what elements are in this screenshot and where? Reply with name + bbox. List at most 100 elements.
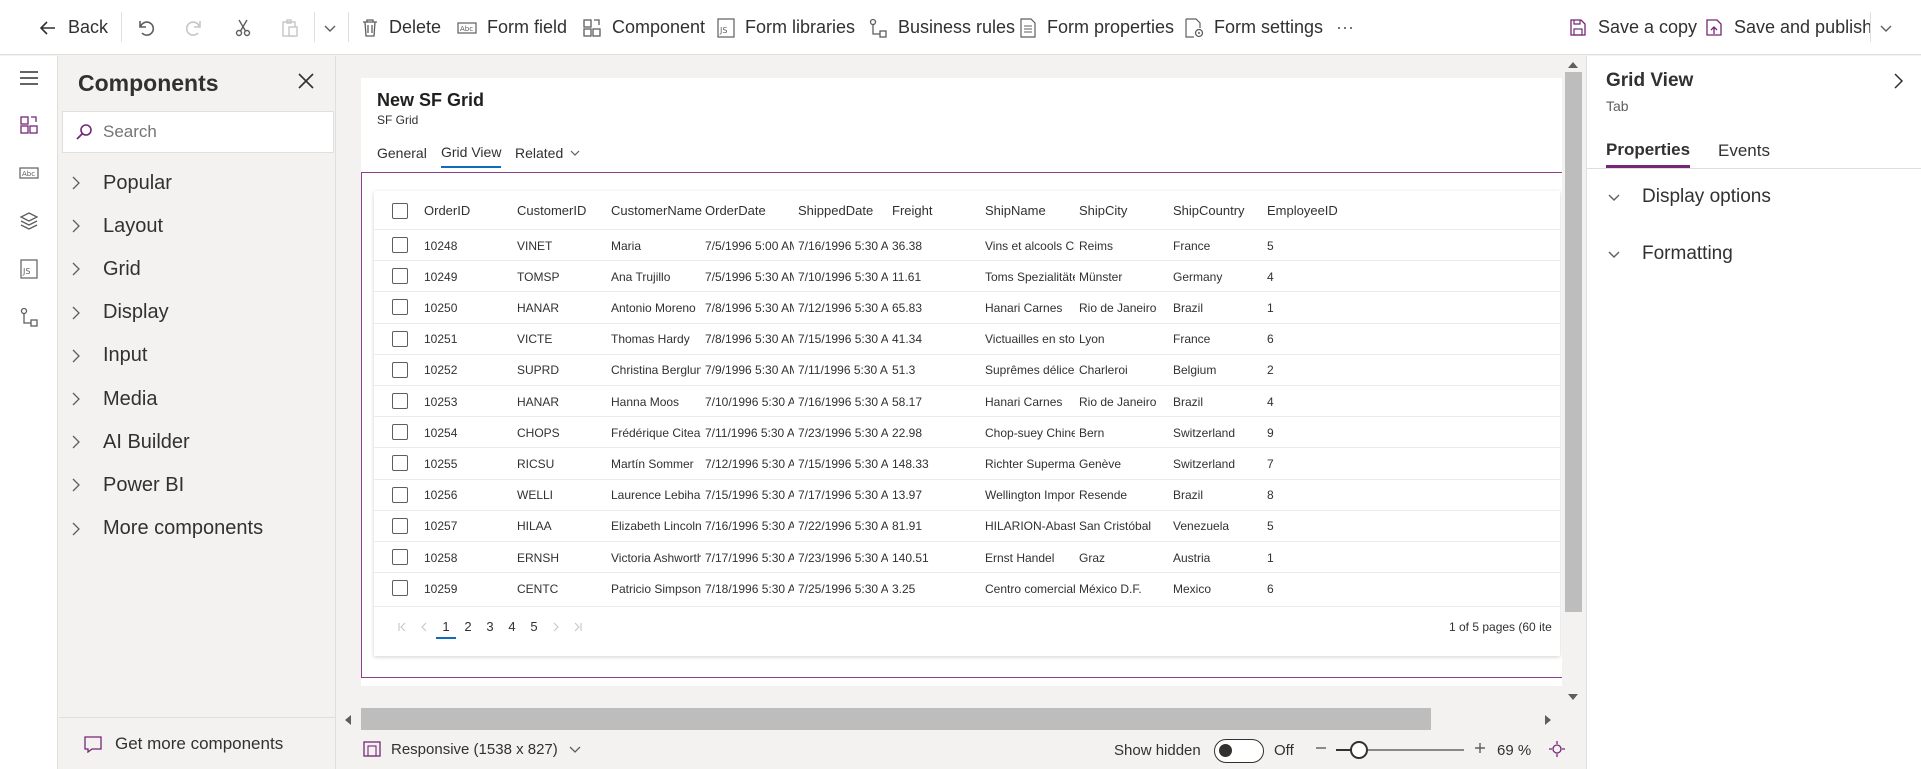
vertical-scroll-thumb[interactable] <box>1565 72 1582 612</box>
row-checkbox[interactable] <box>392 455 408 472</box>
grid-section[interactable]: OrderID CustomerID CustomerName OrderDate Sh… <box>361 172 1563 678</box>
rail-business-rules-button[interactable] <box>13 301 45 333</box>
column-header[interactable]: OrderID <box>424 191 470 229</box>
category-item[interactable]: Display <box>71 298 169 328</box>
more-commands-button[interactable]: ··· <box>1336 0 1354 55</box>
form-settings-button[interactable]: Form settings <box>1184 0 1323 55</box>
page-number[interactable]: 2 <box>458 615 478 639</box>
save-copy-button[interactable]: Save a copy <box>1568 0 1697 55</box>
display-options-section[interactable]: Display options <box>1606 186 1771 208</box>
row-checkbox[interactable] <box>392 549 408 565</box>
category-item[interactable]: Input <box>71 341 147 371</box>
form-field-button[interactable]: Abc Form field <box>457 0 567 55</box>
last-page-button[interactable] <box>568 615 588 639</box>
save-publish-button[interactable]: Save and publish <box>1704 0 1872 55</box>
table-row[interactable]: 10249 TOMSP Ana Trujillo 7/5/1996 5:30 AM 7/… <box>374 260 1560 291</box>
scroll-left-icon[interactable] <box>343 714 353 726</box>
show-hidden-toggle[interactable] <box>1214 739 1264 763</box>
tab-properties[interactable]: Properties <box>1606 134 1691 168</box>
column-header[interactable]: ShipCity <box>1079 191 1127 229</box>
vertical-scrollbar[interactable] <box>1562 62 1584 704</box>
get-more-components-button[interactable]: Get more components <box>59 717 336 769</box>
business-rules-button[interactable]: Business rules <box>868 0 1015 55</box>
table-row[interactable]: 10256 WELLI Laurence Lebihan 7/15/1996 5:30… <box>374 478 1560 510</box>
column-header[interactable]: ShippedDate <box>798 191 873 229</box>
page-number[interactable]: 3 <box>480 615 500 639</box>
table-row[interactable]: 10259 CENTC Patricio Simpson 7/18/1996 5:30… <box>374 572 1560 603</box>
table-row[interactable]: 10257 HILAA Elizabeth Lincoln 7/16/1996 5:3… <box>374 509 1560 541</box>
column-header[interactable]: CustomerName <box>611 191 702 229</box>
undo-button[interactable] <box>136 0 156 55</box>
save-options-dropdown[interactable] <box>1878 0 1894 55</box>
scroll-down-icon[interactable] <box>1567 692 1579 702</box>
row-checkbox[interactable] <box>392 580 408 597</box>
zoom-thumb[interactable] <box>1350 741 1368 759</box>
select-all-checkbox[interactable] <box>392 203 408 219</box>
column-header[interactable]: CustomerID <box>517 191 586 229</box>
first-page-button[interactable] <box>392 615 412 639</box>
horizontal-scrollbar[interactable] <box>337 708 1567 730</box>
category-item[interactable]: Popular <box>71 168 172 198</box>
row-checkbox[interactable] <box>392 330 408 347</box>
row-checkbox[interactable] <box>392 361 408 378</box>
row-checkbox[interactable] <box>392 393 408 409</box>
page-number[interactable]: 1 <box>436 615 456 639</box>
table-row[interactable]: 10255 RICSU Martín Sommer 7/12/1996 5:30 AM… <box>374 447 1560 478</box>
scroll-right-icon[interactable] <box>1543 714 1553 726</box>
horizontal-scroll-thumb[interactable] <box>361 708 1431 730</box>
page-number[interactable]: 5 <box>524 615 544 639</box>
category-item[interactable]: Layout <box>71 211 163 241</box>
responsive-dropdown[interactable]: Responsive (1538 x 827) <box>363 740 582 758</box>
zoom-out-button[interactable] <box>1314 741 1328 755</box>
paste-button[interactable] <box>280 0 300 55</box>
column-header[interactable]: OrderDate <box>705 191 766 229</box>
row-checkbox[interactable] <box>392 237 408 253</box>
form-properties-button[interactable]: Form properties <box>1019 0 1174 55</box>
collapse-panel-button[interactable] <box>1889 72 1907 90</box>
row-checkbox[interactable] <box>392 486 408 503</box>
prev-page-button[interactable] <box>414 615 434 639</box>
delete-button[interactable]: Delete <box>361 0 441 55</box>
table-row[interactable]: 10254 CHOPS Frédérique Citeaux 7/11/1996 5:… <box>374 416 1560 447</box>
next-page-button[interactable] <box>546 615 566 639</box>
table-row[interactable]: 10252 SUPRD Christina Berglund 7/9/1996 5:3… <box>374 353 1560 385</box>
component-button[interactable]: Component <box>582 0 705 55</box>
back-button[interactable]: Back <box>38 0 108 55</box>
table-row[interactable]: 10258 ERNSH Victoria Ashworth 7/17/1996 5:3… <box>374 541 1560 572</box>
more-clipboard-dropdown[interactable] <box>322 0 338 55</box>
zoom-slider[interactable] <box>1336 739 1464 761</box>
column-header[interactable]: Freight <box>892 191 932 229</box>
search-input[interactable] <box>103 122 313 142</box>
category-item[interactable]: Media <box>71 384 157 414</box>
table-row[interactable]: 10253 HANAR Hanna Moos 7/10/1996 5:30 AM 7/1… <box>374 385 1560 416</box>
cut-button[interactable] <box>233 0 253 55</box>
tab-related[interactable]: Related <box>515 138 581 168</box>
formatting-section[interactable]: Formatting <box>1606 243 1733 265</box>
fit-to-screen-button[interactable] <box>1548 740 1566 758</box>
zoom-in-button[interactable] <box>1473 741 1487 755</box>
tab-events[interactable]: Events <box>1718 134 1770 168</box>
row-checkbox[interactable] <box>392 268 408 285</box>
scroll-up-icon[interactable] <box>1567 60 1579 70</box>
redo-button[interactable] <box>184 0 204 55</box>
search-box[interactable] <box>62 111 334 153</box>
column-header[interactable]: EmployeeID <box>1267 191 1338 229</box>
tab-general[interactable]: General <box>377 138 427 168</box>
rail-fields-button[interactable]: Abc <box>13 157 45 189</box>
page-number[interactable]: 4 <box>502 615 522 639</box>
table-row[interactable]: 10251 VICTE Thomas Hardy 7/8/1996 5:30 AM 7/… <box>374 322 1560 354</box>
row-checkbox[interactable] <box>392 424 408 441</box>
row-checkbox[interactable] <box>392 299 408 316</box>
table-row[interactable]: 10248 VINET Maria 7/5/1996 5:00 AM 7/16/1996… <box>374 229 1560 260</box>
form-libraries-button[interactable]: JS Form libraries <box>717 0 855 55</box>
rail-components-button[interactable] <box>13 109 45 141</box>
column-header[interactable]: ShipName <box>985 191 1046 229</box>
category-item[interactable]: Power BI <box>71 470 184 500</box>
category-item[interactable]: Grid <box>71 254 141 284</box>
close-panel-button[interactable] <box>295 70 317 92</box>
row-checkbox[interactable] <box>392 517 408 534</box>
category-item[interactable]: More components <box>71 514 263 544</box>
menu-button[interactable] <box>13 62 45 94</box>
rail-tree-view-button[interactable] <box>13 205 45 237</box>
column-header[interactable]: ShipCountry <box>1173 191 1245 229</box>
